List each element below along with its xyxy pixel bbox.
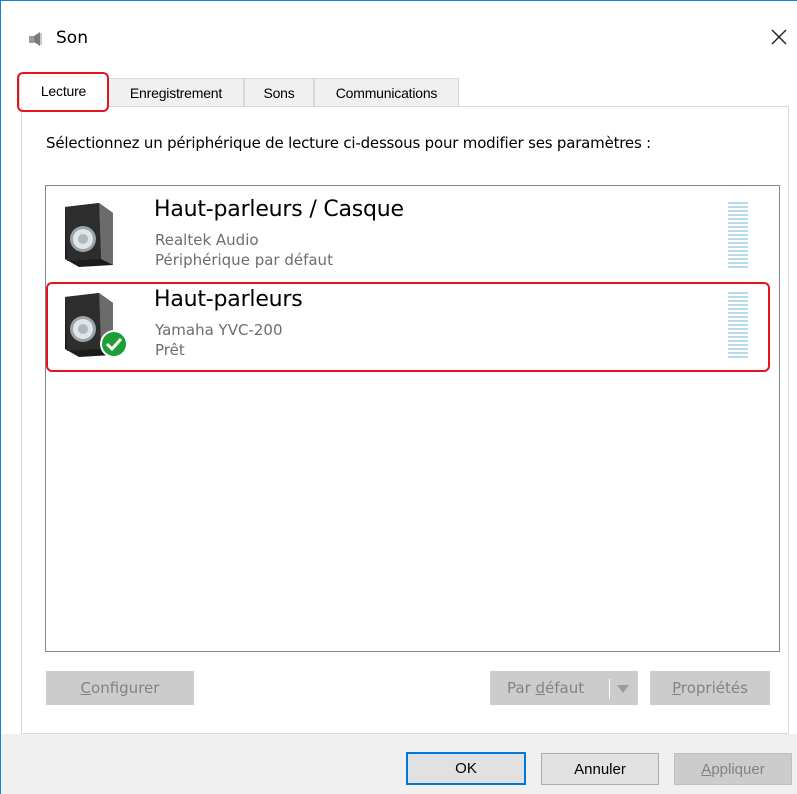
tab-enregistrement[interactable]: Enregistrement — [108, 78, 244, 106]
properties-button[interactable]: Propriétés — [650, 671, 770, 705]
device-status: Prêt — [155, 341, 185, 359]
button-label: OK — [455, 760, 477, 777]
device-driver: Realtek Audio — [155, 231, 259, 249]
mnemonic: A — [701, 760, 712, 778]
speaker-app-icon — [29, 32, 42, 46]
device-status: Périphérique par défaut — [155, 251, 333, 269]
device-item[interactable]: Haut-parleurs / Casque Realtek Audio Pér… — [47, 189, 778, 277]
speaker-icon — [65, 203, 113, 267]
device-name: Haut-parleurs — [154, 287, 303, 312]
title-bar[interactable]: Son — [1, 1, 797, 61]
close-button[interactable] — [761, 19, 797, 55]
button-label: Par — [507, 679, 536, 697]
button-label: éfaut — [545, 679, 585, 697]
device-item[interactable]: Haut-parleurs Yamaha YVC-200 Prêt — [47, 279, 778, 367]
window-title: Son — [56, 28, 88, 48]
tab-label: Enregistrement — [129, 84, 223, 101]
instruction-text: Sélectionnez un périphérique de lecture … — [46, 134, 651, 152]
cancel-button[interactable]: Annuler — [541, 753, 659, 785]
tab-communications[interactable]: Communications — [314, 78, 459, 106]
tab-label: Sons — [263, 84, 295, 101]
button-label: Annuler — [574, 760, 626, 778]
set-default-button[interactable]: Par défaut — [490, 671, 638, 705]
apply-button[interactable]: Appliquer — [674, 753, 792, 785]
device-driver: Yamaha YVC-200 — [155, 321, 283, 339]
mnemonic: C — [80, 679, 92, 697]
volume-meter — [728, 202, 748, 268]
tab-strip: Lecture Enregistrement Sons Communicatio… — [8, 71, 797, 107]
checkmark-icon — [100, 330, 128, 358]
button-label: onfigurer — [91, 679, 160, 697]
ok-button[interactable]: OK — [406, 752, 526, 785]
device-name: Haut-parleurs / Casque — [154, 197, 404, 222]
dropdown-arrow-icon[interactable] — [616, 683, 630, 695]
tab-label: Lecture — [40, 82, 87, 99]
button-label: ppliquer — [711, 760, 765, 778]
mnemonic: d — [535, 679, 546, 697]
volume-meter — [728, 292, 748, 358]
tab-sons[interactable]: Sons — [244, 78, 314, 106]
tab-label: Communications — [335, 84, 438, 101]
mnemonic: P — [672, 679, 681, 697]
button-label: ropriétés — [680, 679, 748, 697]
sound-dialog: Son Lecture Enregistrement Sons Communic… — [0, 0, 797, 794]
window-border-left — [0, 0, 1, 794]
tab-lecture[interactable]: Lecture — [19, 73, 108, 107]
close-icon — [771, 29, 787, 45]
device-list[interactable]: Haut-parleurs / Casque Realtek Audio Pér… — [45, 185, 780, 652]
split-divider — [609, 679, 610, 699]
configure-button[interactable]: Configurer — [46, 671, 194, 705]
